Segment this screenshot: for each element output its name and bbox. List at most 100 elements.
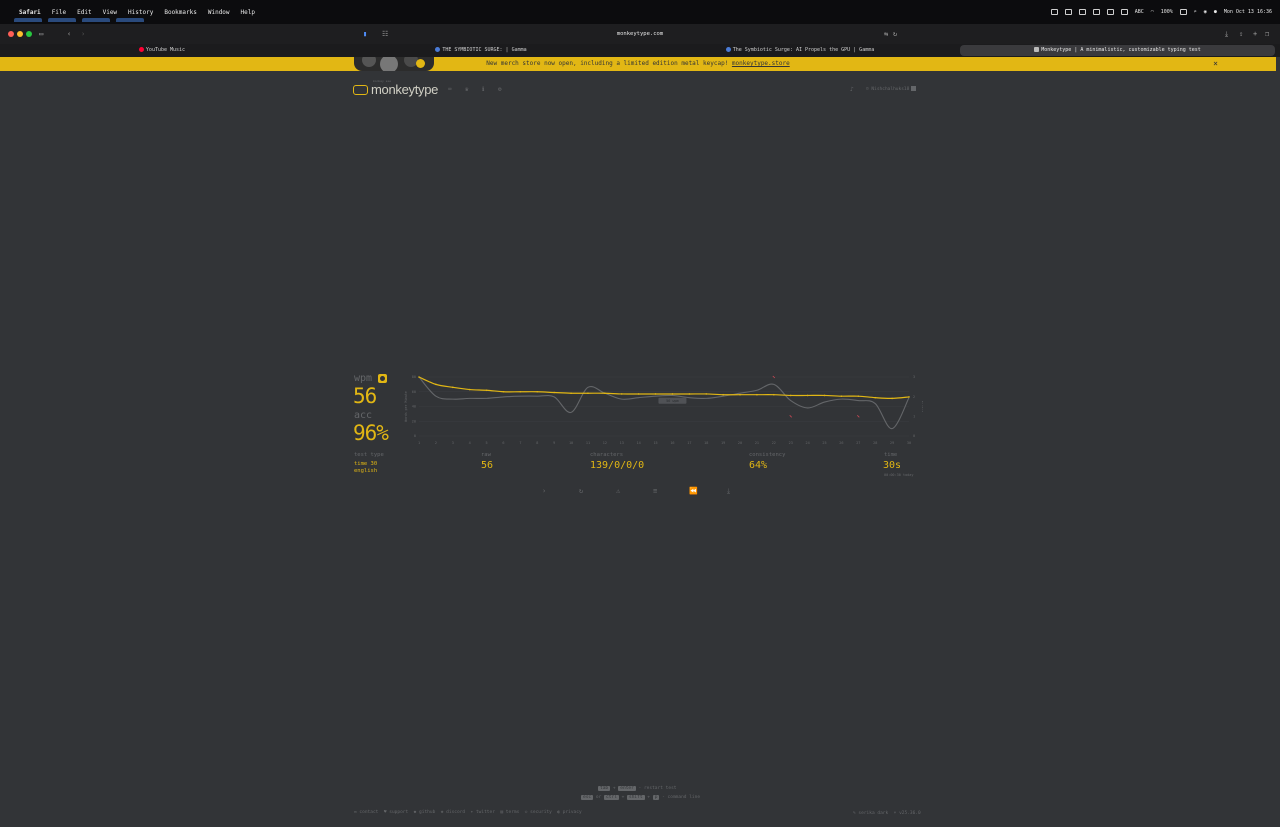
characters-label: characters [590, 452, 624, 458]
privacy-shield-icon[interactable]: ▮ [363, 29, 367, 39]
menu-file[interactable]: File [52, 9, 66, 16]
footer-link-discord[interactable]: ◈ discord [441, 810, 465, 815]
level-badge [911, 86, 917, 91]
time-value[interactable]: 30s [883, 460, 901, 471]
address-bar[interactable]: monkeytype.com [370, 27, 910, 41]
wpm-value[interactable]: 56 [353, 384, 377, 408]
characters-value[interactable]: 139/0/0/0 [590, 460, 644, 471]
status-icon[interactable] [1106, 9, 1114, 15]
footer-link-support[interactable]: ♥ support [384, 810, 408, 815]
input-source[interactable]: ABC [1135, 9, 1144, 15]
footer-links: ✉ contact ♥ support ◆ github ◈ discord ✦… [354, 810, 582, 815]
menu-help[interactable]: Help [241, 9, 255, 16]
menu-window[interactable]: Window [208, 9, 230, 16]
gamma-icon [435, 47, 441, 52]
x-tick-label: 25 [822, 441, 826, 445]
search-icon[interactable]: ⌕ [1194, 9, 1197, 15]
monkeytype-logo[interactable]: monkey see monkeytype [353, 79, 438, 97]
merch-store-link[interactable]: monkeytype.store [732, 60, 790, 67]
forward-icon[interactable]: › [81, 29, 85, 39]
version-button[interactable]: ⑂ v25.36.0 [894, 811, 921, 816]
tab-monkeytype[interactable]: Monkeytype | A minimalistic, customizabl… [960, 45, 1275, 56]
share-icon[interactable]: ⇪ [1239, 29, 1243, 39]
menu-app-name[interactable]: Safari [19, 9, 41, 16]
next-test-icon[interactable]: › [542, 487, 546, 495]
x-tick-label: 13 [620, 441, 624, 445]
acc-label: acc [354, 410, 373, 421]
list-icon[interactable]: ≡ [653, 487, 657, 495]
footer-link-twitter[interactable]: ✦ twitter [471, 810, 495, 815]
x-tick-label: 12 [603, 441, 607, 445]
battery-percent[interactable]: 100% [1161, 9, 1173, 15]
menu-edit[interactable]: Edit [77, 9, 91, 16]
footer-link-privacy[interactable]: ◐ privacy [557, 810, 581, 815]
tab-gamma-1[interactable]: THE SYMBIOTIC SURGE: | Gamma [322, 45, 640, 56]
menu-bookmarks[interactable]: Bookmarks [164, 9, 197, 16]
test-type-mode[interactable]: time 30 [354, 461, 377, 467]
theme-button[interactable]: ✎ serika dark [853, 811, 888, 816]
tab-overview-icon[interactable]: ❐ [1265, 29, 1269, 39]
status-icon[interactable] [1050, 9, 1058, 15]
reload-icon[interactable]: ↻ [893, 29, 897, 39]
siri-icon[interactable]: ● [1214, 9, 1217, 15]
crown-icon[interactable]: ♛ [465, 86, 469, 93]
footer-right: ✎ serika dark ⑂ v25.36.0 [853, 810, 921, 816]
tab-youtube-music[interactable]: YouTube Music [4, 45, 320, 56]
time-date: 00:00:30 today [884, 473, 914, 477]
account-button[interactable]: ☺ Nishchalhuks18 [866, 86, 917, 92]
close-icon[interactable]: × [1213, 57, 1218, 71]
warning-icon[interactable]: ⚠ [616, 487, 620, 495]
control-center-icon[interactable]: ◉ [1204, 9, 1207, 15]
sidebar-icon[interactable]: ▭ [39, 29, 43, 39]
info-icon[interactable]: ℹ [482, 86, 484, 93]
moon-icon[interactable] [1120, 9, 1128, 15]
datetime[interactable]: Mon Oct 13 16:36 [1224, 9, 1272, 15]
restart-icon[interactable]: ↻ [579, 487, 583, 495]
wpm-point [485, 389, 488, 392]
back-icon[interactable]: ‹ [67, 29, 71, 39]
acc-value[interactable]: 96% [353, 421, 389, 445]
x-tick-label: 7 [519, 441, 521, 445]
wpm-point [620, 393, 623, 395]
status-icon[interactable] [1092, 9, 1100, 15]
close-window-button[interactable] [8, 31, 14, 37]
footer-link-contact[interactable]: ✉ contact [354, 810, 378, 815]
wpm-point [722, 393, 724, 396]
wpm-point [451, 386, 454, 389]
battery-icon[interactable] [1179, 9, 1187, 15]
error-marker [857, 415, 860, 418]
tab-gamma-2[interactable]: The Symbiotic Surge: AI Propels the GPU … [642, 45, 958, 56]
footer-link-security[interactable]: ◇ security [525, 810, 552, 815]
downloads-icon[interactable]: ⤓ [1225, 29, 1228, 39]
consistency-value[interactable]: 64% [749, 460, 767, 471]
zoom-window-button[interactable] [26, 31, 32, 37]
keyboard-icon[interactable]: ⌨ [448, 86, 452, 93]
wpm-point [739, 393, 741, 396]
merch-banner-image [354, 57, 434, 71]
replay-icon[interactable]: ⏪ [689, 487, 698, 495]
download-icon[interactable]: ⤓ [727, 487, 730, 496]
y-tick-label: 20 [412, 419, 416, 423]
wpm-point [671, 393, 674, 395]
cloud-icon[interactable] [1064, 9, 1072, 15]
monkeytype-favicon [1034, 47, 1040, 52]
gear-icon[interactable]: ⚙ [498, 86, 502, 93]
menu-history[interactable]: History [128, 9, 153, 16]
wpm-point [570, 392, 572, 395]
wpm-point [789, 394, 792, 397]
raw-value[interactable]: 56 [481, 460, 493, 471]
test-type-language[interactable]: english [354, 468, 377, 474]
translate-icon[interactable]: ⇆ [884, 29, 888, 39]
wpm-chart[interactable]: 0204060800123Words per Minute Errors1 2 3 4 5… [403, 372, 923, 450]
x-tick-label: 1 [418, 441, 420, 445]
x-tick-label: 15 [653, 441, 657, 445]
wifi-icon[interactable]: ◠ [1151, 9, 1154, 15]
bell-icon[interactable]: ♪ [850, 86, 854, 93]
status-icon[interactable] [1078, 9, 1086, 15]
menu-view[interactable]: View [103, 9, 117, 16]
footer-link-github[interactable]: ◆ github [414, 810, 436, 815]
footer-link-terms[interactable]: ▤ terms [500, 810, 519, 815]
new-tab-icon[interactable]: + [1253, 29, 1257, 39]
minimize-window-button[interactable] [17, 31, 23, 37]
wpm-point [806, 394, 809, 397]
